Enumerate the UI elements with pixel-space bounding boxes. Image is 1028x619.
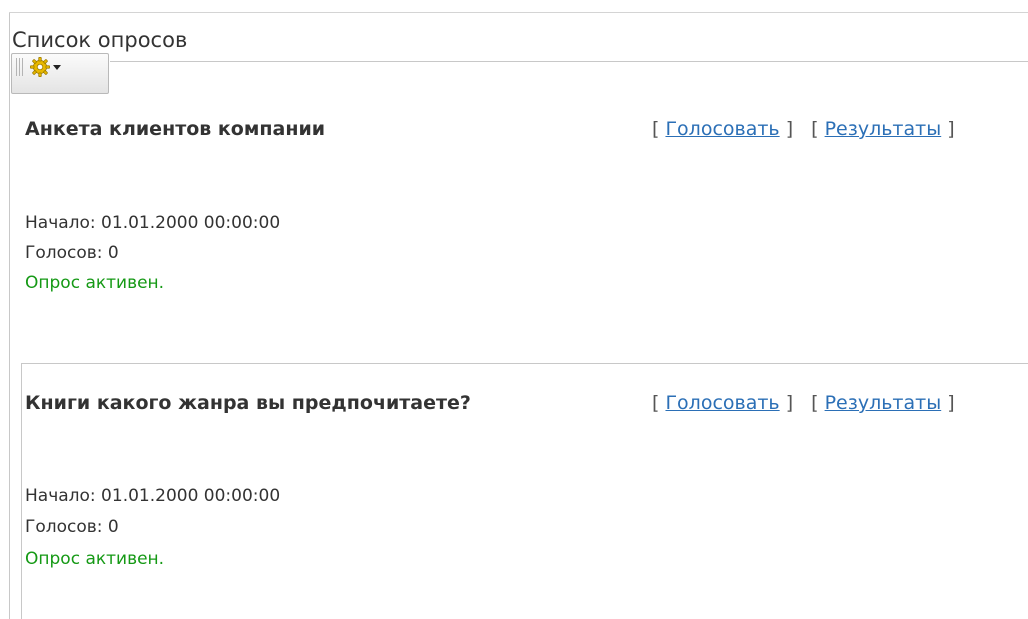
gear-icon — [30, 57, 50, 77]
page-title: Список опросов — [12, 28, 188, 52]
bracket-close: ] — [947, 392, 955, 414]
results-link[interactable]: Результаты — [825, 392, 942, 414]
poll-actions: [ Голосовать ] [ Результаты ] — [652, 391, 955, 415]
poll-status: Опрос активен. — [25, 273, 165, 293]
bracket-open: [ — [652, 118, 660, 140]
poll-title: Анкета клиентов компании — [25, 118, 326, 140]
poll-votes-count: Голосов: 0 — [25, 517, 119, 537]
bracket-open: [ — [652, 392, 660, 414]
vote-link[interactable]: Голосовать — [665, 118, 779, 140]
poll-separator-left — [21, 363, 22, 619]
poll-title: Книги какого жанра вы предпочитаете? — [25, 392, 471, 414]
settings-menu-button[interactable] — [11, 53, 109, 94]
poll-votes-count: Голосов: 0 — [25, 243, 119, 263]
bracket-close: ] — [947, 118, 955, 140]
bracket-open: [ — [811, 118, 819, 140]
poll-separator — [21, 363, 1028, 364]
bracket-open: [ — [811, 392, 819, 414]
chevron-down-icon — [53, 65, 61, 70]
frame-top-border — [9, 12, 1028, 13]
frame-left-border — [9, 12, 10, 619]
results-link[interactable]: Результаты — [825, 118, 942, 140]
title-divider — [110, 61, 1028, 62]
drag-grip-icon[interactable] — [16, 58, 24, 76]
poll-start-date: Начало: 01.01.2000 00:00:00 — [25, 486, 281, 506]
poll-status: Опрос активен. — [25, 549, 165, 569]
bracket-close: ] — [785, 118, 794, 140]
poll-actions: [ Голосовать ] [ Результаты ] — [652, 117, 955, 141]
poll-start-date: Начало: 01.01.2000 00:00:00 — [25, 213, 281, 233]
bracket-close: ] — [785, 392, 794, 414]
vote-link[interactable]: Голосовать — [665, 392, 779, 414]
